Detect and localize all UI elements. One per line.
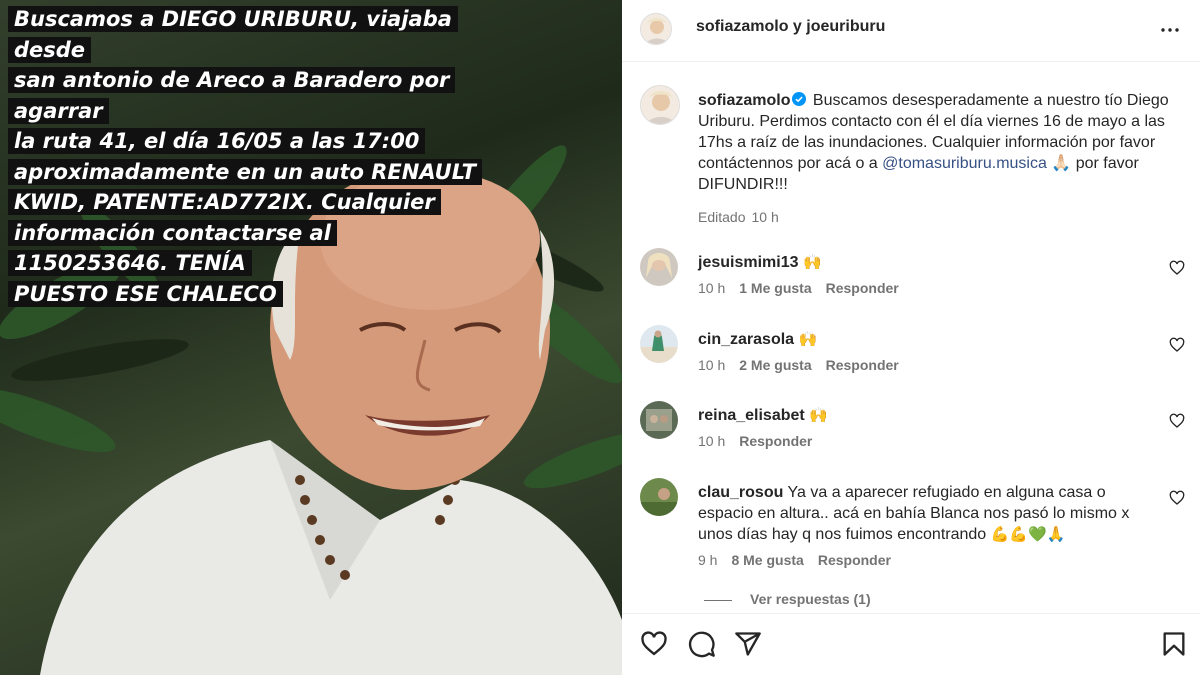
comment-likes[interactable]: 8 Me gusta [731, 552, 803, 568]
share-paper-plane-icon[interactable] [734, 630, 762, 658]
comment-emoji: 🙌 [802, 254, 822, 271]
comment-text: reina_elisabet 🙌 [698, 405, 1138, 426]
comment-time: 10 h [698, 280, 726, 296]
reply-button[interactable]: Responder [826, 357, 899, 373]
author-avatar[interactable] [640, 85, 680, 125]
comment-meta: 9 h 8 Me gusta Responder [698, 552, 905, 568]
view-replies-label: Ver respuestas (1) [750, 591, 871, 607]
caption-line: Buscamos a DIEGO URIBURU, viajaba desde [8, 6, 458, 63]
comment-username[interactable]: jesuismimi13 [698, 254, 799, 271]
caption-line: KWID, PATENTE:AD772IX. Cualquier [8, 189, 441, 215]
comment-time: 9 h [698, 552, 718, 568]
comment-time: 10 h [698, 357, 726, 373]
comment-meta: 10 h Responder [698, 433, 826, 449]
like-comment-heart-icon[interactable] [1169, 490, 1185, 506]
caption-line: san antonio de Areco a Baradero por agar… [8, 67, 456, 124]
view-replies-button[interactable]: Ver respuestas (1) [704, 591, 871, 607]
comment-text: jesuismimi13 🙌 [698, 252, 1138, 273]
commenter-avatar[interactable] [640, 325, 678, 363]
mention-link[interactable]: @tomasuriburu.musica [882, 155, 1047, 172]
comments-area[interactable]: sofiazamolo Buscamos desesperadamente a … [622, 63, 1200, 613]
post-panel: sofiazamolo y joeuriburu sofiazamolo Bus… [622, 0, 1200, 675]
caption-text: sofiazamolo Buscamos desesperadamente a … [698, 90, 1188, 228]
comment-likes[interactable]: 2 Me gusta [739, 357, 811, 373]
reply-button[interactable]: Responder [818, 552, 891, 568]
caption-time: 10 h [751, 209, 779, 225]
image-caption-text: Buscamos a DIEGO URIBURU, viajaba desde … [8, 4, 528, 309]
comment-emoji: 🙌 [809, 407, 828, 424]
like-heart-icon[interactable] [640, 630, 668, 658]
like-comment-heart-icon[interactable] [1169, 413, 1185, 429]
action-bar [622, 613, 1200, 675]
post-authors[interactable]: sofiazamolo y joeuriburu [696, 18, 885, 36]
author-avatar[interactable] [640, 13, 672, 45]
commenter-avatar[interactable] [640, 248, 678, 286]
edited-label: Editado [698, 209, 746, 225]
post-header: sofiazamolo y joeuriburu [622, 0, 1200, 62]
comment-meta: 10 h 2 Me gusta Responder [698, 357, 913, 373]
commenter-avatar[interactable] [640, 478, 678, 516]
caption-line: PUESTO ESE CHALECO [8, 280, 283, 307]
comment-likes[interactable]: 1 Me gusta [739, 280, 811, 296]
comment-username[interactable]: reina_elisabet [698, 407, 805, 424]
like-comment-heart-icon[interactable] [1169, 337, 1185, 353]
caption-meta: Editado 10 h [698, 207, 1188, 228]
caption-line: información contactarse al [8, 219, 337, 246]
comment-emoji: 💪💪💚🙏 [990, 526, 1066, 543]
reply-button[interactable]: Responder [739, 433, 812, 449]
verified-badge-icon [792, 92, 807, 106]
comment-text: cin_zarasola 🙌 [698, 329, 1138, 350]
comment-text: clau_rosou Ya va a aparecer refugiado en… [698, 482, 1138, 545]
save-bookmark-icon[interactable] [1160, 630, 1188, 658]
comment-bubble-icon[interactable] [688, 630, 716, 658]
caption-username[interactable]: sofiazamolo [698, 92, 790, 109]
post-image[interactable]: Buscamos a DIEGO URIBURU, viajaba desde … [0, 0, 622, 675]
reply-button[interactable]: Responder [826, 280, 899, 296]
caption-line: la ruta 41, el día 16/05 a las 17:00 [8, 128, 426, 154]
caption-line: aproximadamente en un auto RENAULT [8, 158, 482, 185]
replies-divider [704, 599, 732, 601]
caption-line: 1150253646. TENÍA [8, 250, 252, 276]
comment-time: 10 h [698, 433, 726, 449]
comment-emoji: 🙌 [798, 331, 818, 348]
like-comment-heart-icon[interactable] [1169, 260, 1185, 276]
more-options-icon[interactable] [1158, 18, 1182, 42]
commenter-avatar[interactable] [640, 401, 678, 439]
comment-username[interactable]: clau_rosou [698, 484, 783, 501]
comment-meta: 10 h 1 Me gusta Responder [698, 280, 913, 296]
comment-username[interactable]: cin_zarasola [698, 331, 794, 348]
